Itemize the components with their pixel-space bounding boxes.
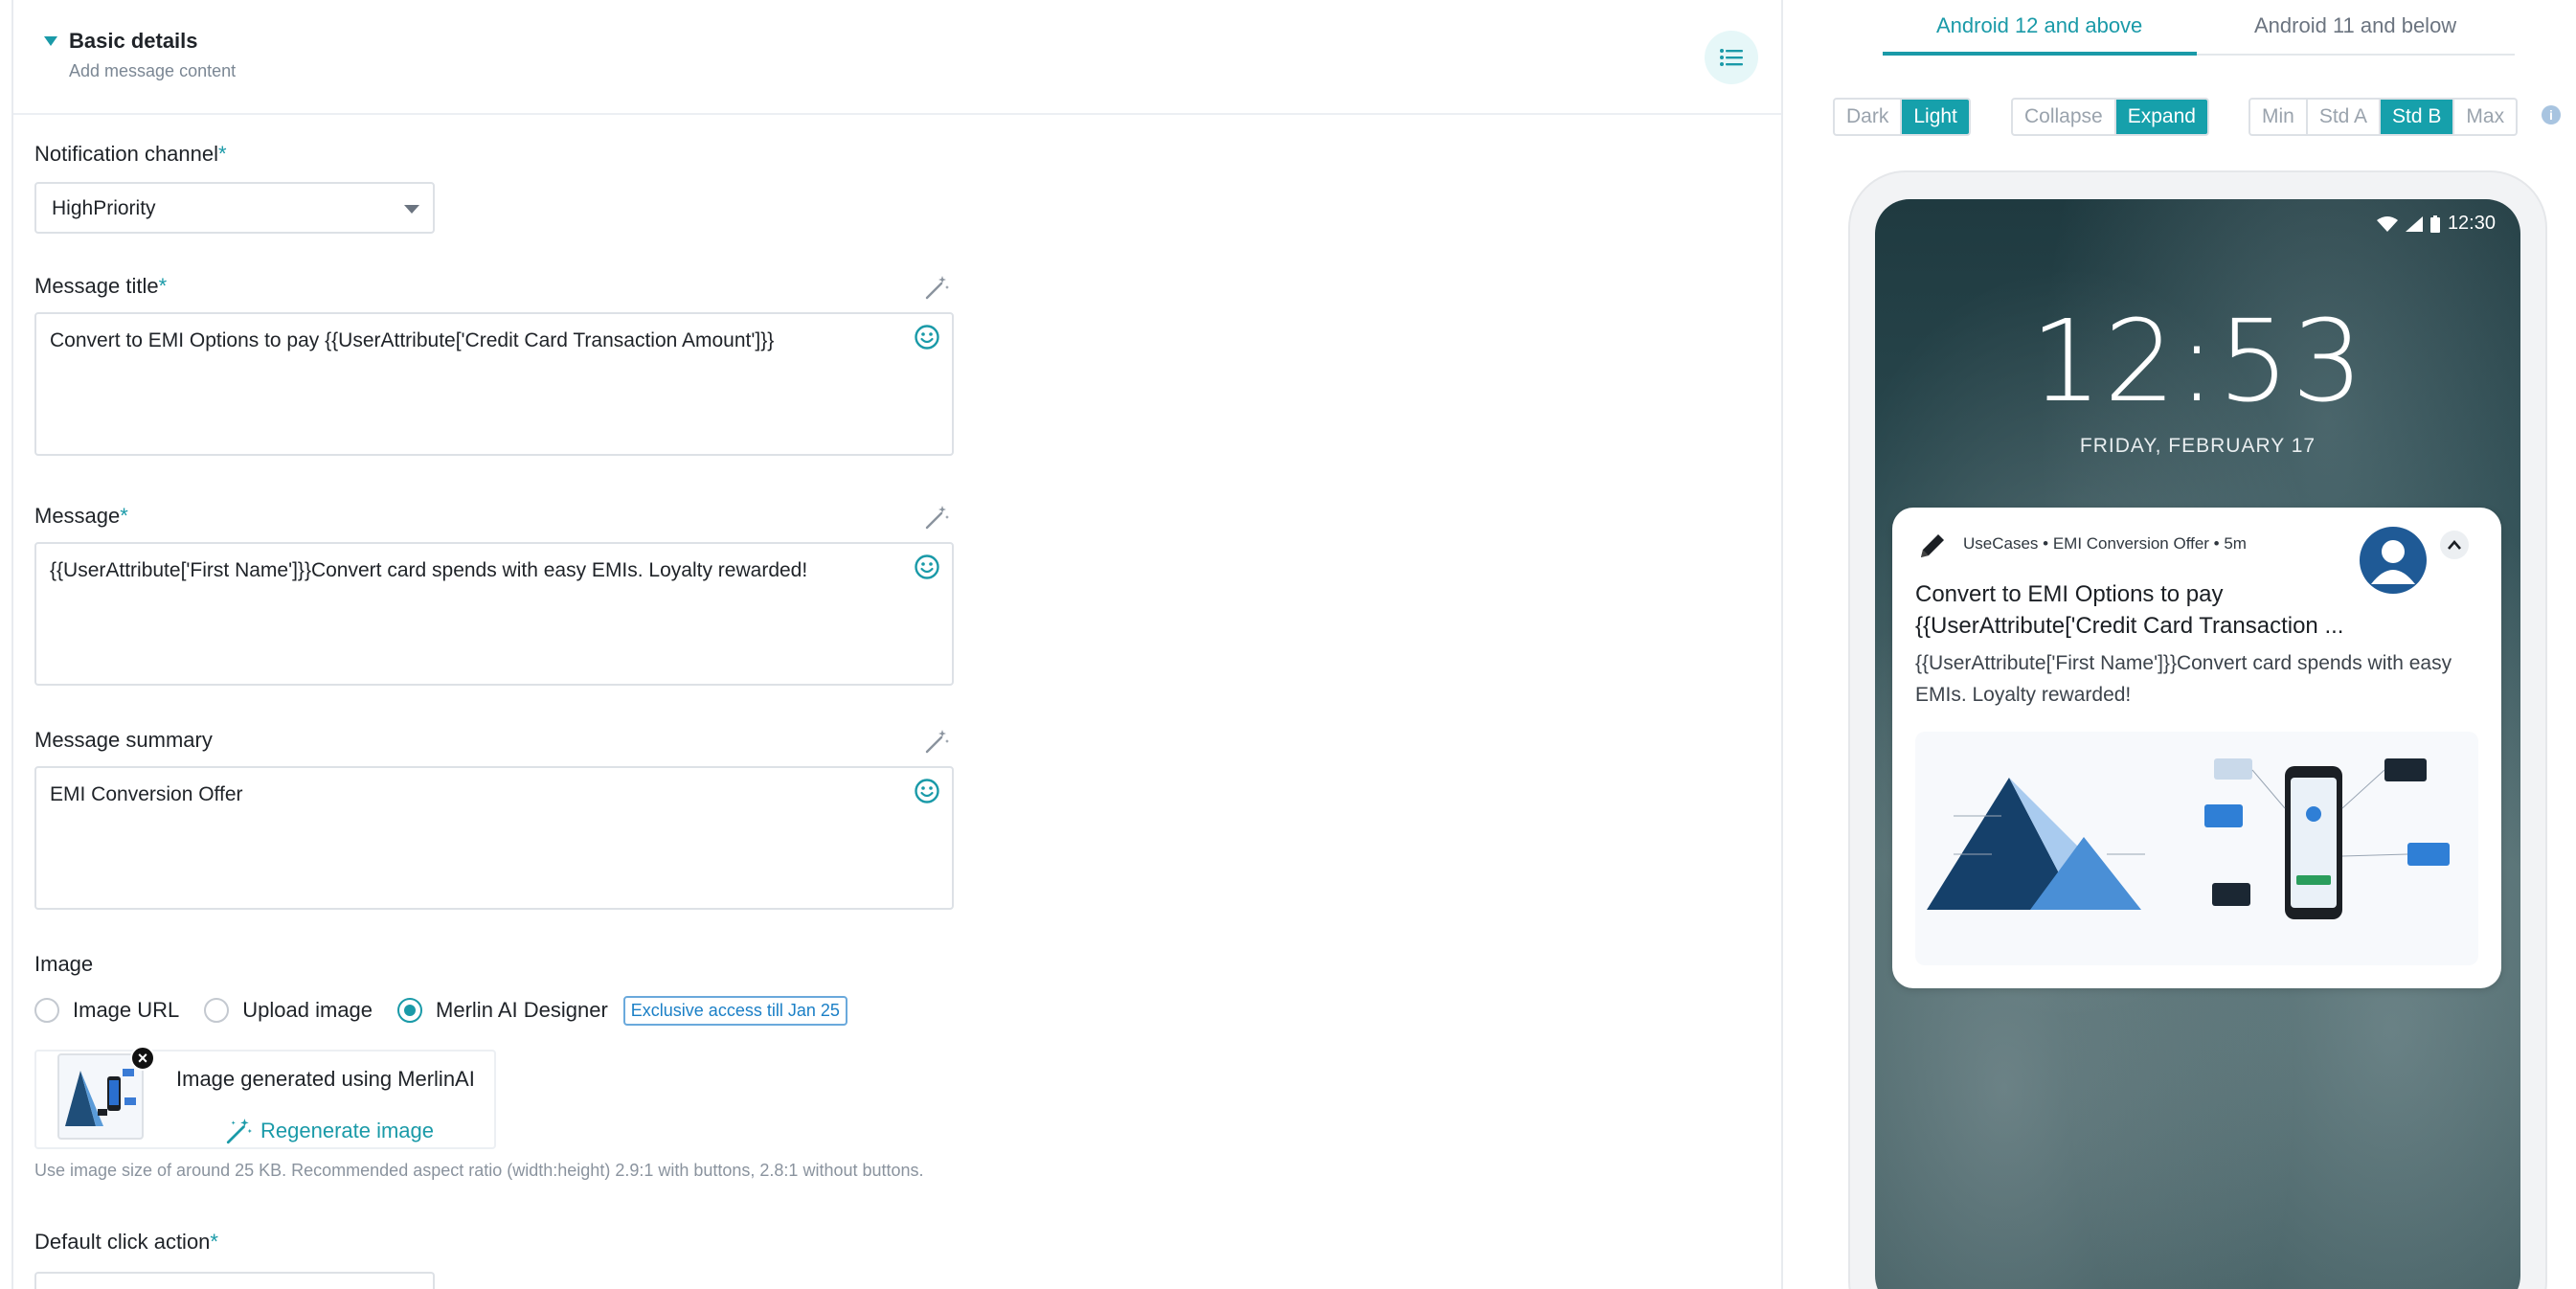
emoji-icon[interactable] bbox=[914, 778, 940, 804]
chevron-up-icon bbox=[2448, 540, 2461, 550]
size-min-option[interactable]: Min bbox=[2250, 100, 2308, 134]
message-label: Message* bbox=[34, 504, 128, 528]
active-tab-indicator bbox=[1883, 52, 2197, 56]
notification-channel-label: Notification channel* bbox=[34, 142, 227, 166]
magic-wand-icon bbox=[226, 1119, 252, 1144]
lock-screen-clock: 12:53 bbox=[2029, 295, 2366, 427]
push-notification-preview: UseCases • EMI Conversion Offer • 5m Con… bbox=[1892, 508, 2501, 988]
regenerate-label: Regenerate image bbox=[260, 1119, 435, 1142]
radio-label: Merlin AI Designer bbox=[436, 998, 608, 1022]
message-value: {{UserAttribute['First Name']}}Convert c… bbox=[50, 559, 808, 581]
radio-merlin-ai-designer[interactable]: Merlin AI Designer bbox=[397, 998, 608, 1023]
default-click-action-select[interactable] bbox=[34, 1272, 435, 1289]
tab-android-11[interactable]: Android 11 and below bbox=[2254, 13, 2456, 38]
emoji-icon[interactable] bbox=[914, 554, 940, 580]
image-source-radio-group: Image URL Upload image Merlin AI Designe… bbox=[34, 994, 847, 1027]
status-bar: 12:30 bbox=[2376, 213, 2496, 235]
message-input[interactable]: {{UserAttribute['First Name']}}Convert c… bbox=[34, 542, 954, 686]
message-summary-value: EMI Conversion Offer bbox=[50, 783, 243, 805]
magic-wand-icon[interactable] bbox=[923, 728, 950, 755]
radio-label: Upload image bbox=[242, 998, 373, 1022]
magic-wand-icon[interactable] bbox=[923, 274, 950, 301]
radio-circle-selected[interactable] bbox=[397, 998, 423, 1023]
size-toggle: Min Std A Std B Max bbox=[2248, 98, 2519, 136]
emoji-icon[interactable] bbox=[914, 324, 940, 351]
android-version-tabs: Android 12 and above Android 11 and belo… bbox=[1883, 0, 2515, 56]
user-icon bbox=[2371, 540, 2415, 584]
notification-title: Convert to EMI Options to pay {{UserAttr… bbox=[1915, 578, 2365, 642]
notification-title-line: Convert to EMI Options to pay bbox=[1915, 581, 2224, 607]
size-max-option[interactable]: Max bbox=[2454, 100, 2516, 134]
signal-icon bbox=[2405, 215, 2423, 232]
list-view-button[interactable] bbox=[1705, 31, 1758, 84]
regenerate-image-button[interactable]: Regenerate image bbox=[224, 1117, 434, 1145]
theme-toggle: Dark Light bbox=[1833, 98, 1971, 136]
collapse-caret-icon[interactable] bbox=[44, 36, 57, 46]
notification-collapse-button[interactable] bbox=[2440, 531, 2469, 559]
notification-channel-value: HighPriority bbox=[52, 197, 156, 219]
expand-toggle: Collapse Expand bbox=[2011, 98, 2209, 136]
notification-banner-image bbox=[1915, 732, 2478, 965]
generated-image-thumbnail[interactable] bbox=[57, 1053, 144, 1140]
basic-details-header[interactable]: Basic details Add message content bbox=[13, 0, 1781, 115]
close-icon[interactable]: × bbox=[130, 1046, 155, 1071]
form-panel: Basic details Add message content Notifi… bbox=[11, 0, 1783, 1289]
exclusive-access-badge: Exclusive access till Jan 25 bbox=[622, 995, 847, 1026]
message-title-value: Convert to EMI Options to pay {{UserAttr… bbox=[50, 329, 775, 351]
status-time: 12:30 bbox=[2447, 213, 2496, 234]
info-icon[interactable]: i bbox=[2542, 105, 2561, 124]
avatar bbox=[2360, 527, 2427, 594]
radio-circle[interactable] bbox=[204, 998, 230, 1023]
image-label: Image bbox=[34, 952, 94, 976]
generated-image-card: × Image generated using MerlinAI Regener… bbox=[34, 1046, 496, 1149]
theme-dark-option[interactable]: Dark bbox=[1835, 100, 1903, 134]
tab-android-12[interactable]: Android 12 and above bbox=[1936, 13, 2142, 38]
lock-screen-date: FRIDAY, FEBRUARY 17 bbox=[2079, 435, 2316, 457]
pencil-icon bbox=[1921, 534, 1944, 557]
radio-circle[interactable] bbox=[34, 998, 59, 1023]
radio-image-url[interactable]: Image URL bbox=[34, 998, 179, 1023]
message-summary-input[interactable]: EMI Conversion Offer bbox=[34, 766, 954, 910]
image-generated-text: Image generated using MerlinAI bbox=[176, 1067, 475, 1091]
magic-wand-icon[interactable] bbox=[923, 504, 950, 531]
message-title-label: Message title* bbox=[34, 274, 168, 298]
notification-meta: UseCases • EMI Conversion Offer • 5m bbox=[1963, 534, 2247, 553]
collapse-option[interactable]: Collapse bbox=[2013, 100, 2116, 134]
thumbnail-graphic bbox=[65, 1069, 136, 1126]
section-title: Basic details bbox=[69, 29, 198, 53]
size-std-b-option[interactable]: Std B bbox=[2381, 100, 2455, 134]
list-icon bbox=[1720, 49, 1743, 66]
chevron-down-icon bbox=[404, 205, 419, 214]
radio-upload-image[interactable]: Upload image bbox=[204, 998, 373, 1023]
battery-icon bbox=[2429, 215, 2440, 233]
default-click-action-label: Default click action* bbox=[34, 1230, 218, 1254]
message-title-input[interactable]: Convert to EMI Options to pay {{UserAttr… bbox=[34, 312, 954, 456]
theme-light-option[interactable]: Light bbox=[1902, 100, 1969, 134]
section-subtitle: Add message content bbox=[69, 61, 237, 80]
image-size-hint: Use image size of around 25 KB. Recommen… bbox=[34, 1161, 924, 1180]
banner-graphic bbox=[1927, 758, 2450, 919]
size-std-a-option[interactable]: Std A bbox=[2308, 100, 2382, 134]
message-summary-label: Message summary bbox=[34, 728, 213, 752]
radio-label: Image URL bbox=[73, 998, 180, 1022]
notification-title-line: {{UserAttribute['Credit Card Transaction… bbox=[1915, 613, 2344, 639]
expand-option[interactable]: Expand bbox=[2115, 100, 2207, 134]
notification-body: {{UserAttribute['First Name']}}Convert c… bbox=[1915, 652, 2452, 706]
wifi-icon bbox=[2376, 215, 2398, 232]
notification-channel-select[interactable]: HighPriority bbox=[34, 182, 435, 234]
